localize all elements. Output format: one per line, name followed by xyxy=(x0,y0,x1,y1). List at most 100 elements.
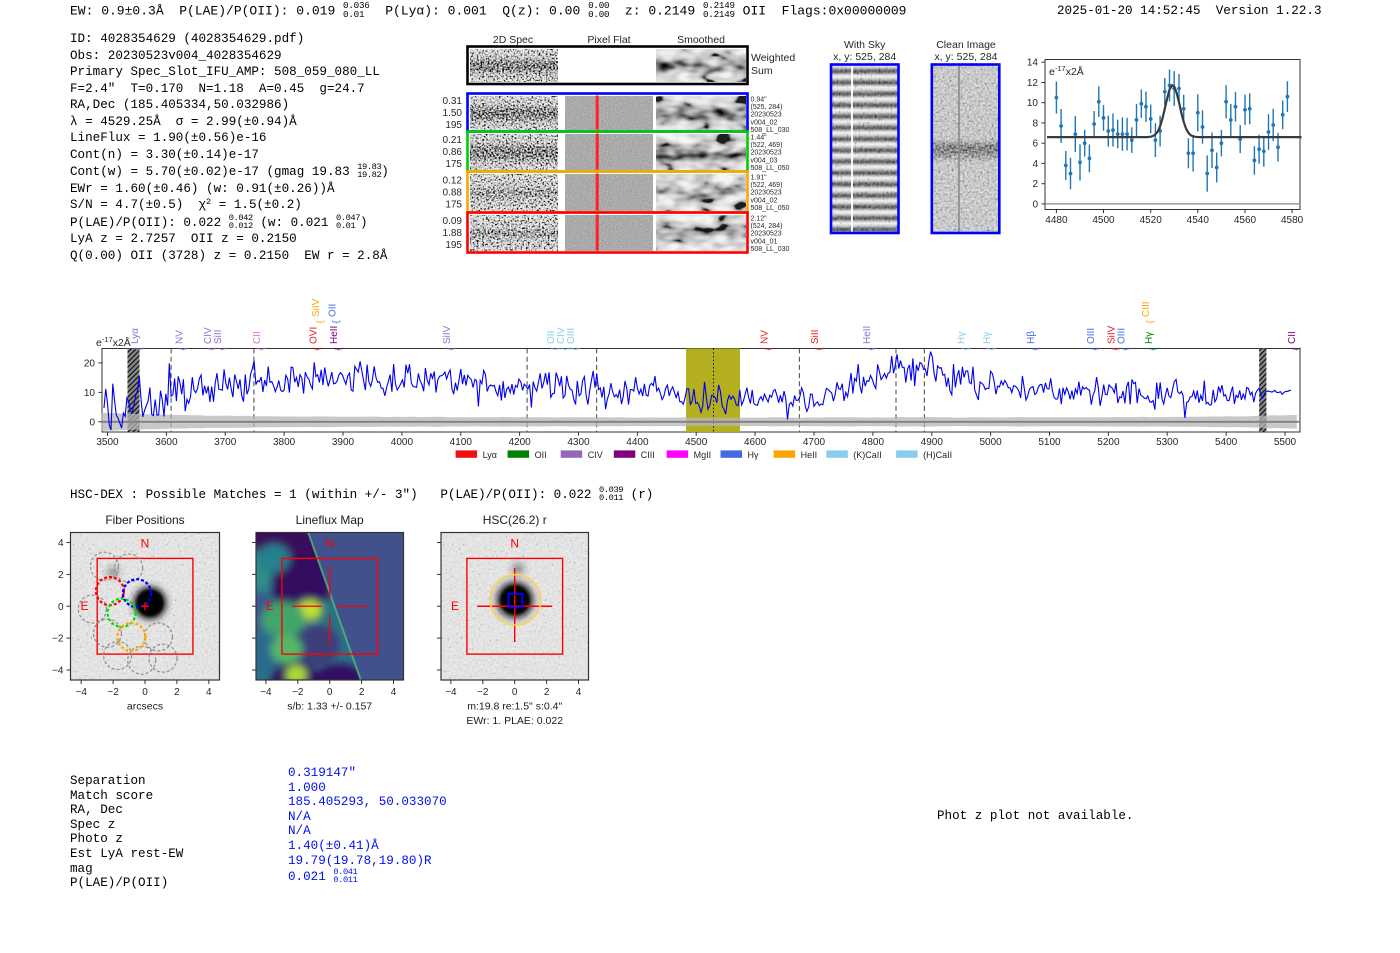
svg-text:4200: 4200 xyxy=(508,437,531,448)
svg-text:{: { xyxy=(569,347,580,350)
svg-text:{: { xyxy=(217,347,228,350)
svg-text:Clean Image: Clean Image xyxy=(936,39,996,51)
svg-text:CII: CII xyxy=(252,331,263,344)
svg-text:Sum: Sum xyxy=(751,65,773,77)
svg-text:{: { xyxy=(134,347,145,350)
svg-text:CII: CII xyxy=(1287,331,1298,344)
svg-text:{: { xyxy=(331,320,342,323)
svg-text:0.88: 0.88 xyxy=(443,188,463,199)
svg-text:8: 8 xyxy=(1032,118,1038,129)
svg-text:HSC(26.2) r: HSC(26.2) r xyxy=(483,513,547,527)
svg-text:v004_03: v004_03 xyxy=(751,157,778,164)
svg-text:10: 10 xyxy=(1027,98,1039,109)
svg-text:5400: 5400 xyxy=(1215,437,1238,448)
svg-text:N: N xyxy=(141,537,150,551)
svg-text:0: 0 xyxy=(142,687,148,698)
svg-text:{: { xyxy=(206,347,217,350)
svg-text:−4: −4 xyxy=(52,666,64,677)
svg-text:4480: 4480 xyxy=(1045,215,1068,226)
svg-text:0.94": 0.94" xyxy=(751,97,768,104)
svg-text:195: 195 xyxy=(445,240,462,251)
svg-text:{: { xyxy=(866,347,877,350)
svg-text:4: 4 xyxy=(391,687,397,698)
svg-text:−4: −4 xyxy=(75,687,87,698)
svg-text:NV: NV xyxy=(760,330,771,344)
svg-text:5100: 5100 xyxy=(1038,437,1061,448)
svg-text:4520: 4520 xyxy=(1140,215,1163,226)
svg-text:1.88: 1.88 xyxy=(443,228,463,239)
svg-text:0.86: 0.86 xyxy=(443,147,463,158)
svg-text:20230523: 20230523 xyxy=(751,231,782,238)
svg-text:{: { xyxy=(986,347,997,350)
svg-text:e-17x2Å: e-17x2Å xyxy=(1049,64,1084,78)
svg-text:SiIV: SiIV xyxy=(311,298,322,317)
svg-text:20: 20 xyxy=(84,358,96,369)
svg-text:(522, 469): (522, 469) xyxy=(751,182,783,189)
svg-text:−2: −2 xyxy=(107,687,119,698)
svg-text:N: N xyxy=(325,537,334,551)
svg-text:OVI: OVI xyxy=(308,327,319,344)
svg-text:175: 175 xyxy=(445,159,462,170)
svg-text:E: E xyxy=(81,599,89,613)
svg-text:HeII: HeII xyxy=(862,326,873,344)
svg-text:HeII: HeII xyxy=(329,326,340,344)
svg-text:4560: 4560 xyxy=(1234,215,1257,226)
svg-text:CIII: CIII xyxy=(1141,301,1152,317)
svg-text:Lyα: Lyα xyxy=(130,328,141,344)
svg-text:v004_01: v004_01 xyxy=(751,238,778,245)
svg-text:1.44": 1.44" xyxy=(751,135,768,142)
svg-text:5500: 5500 xyxy=(1274,437,1297,448)
svg-text:175: 175 xyxy=(445,200,462,211)
svg-text:Hγ: Hγ xyxy=(957,332,968,344)
svg-text:OII: OII xyxy=(327,304,338,317)
svg-text:SiIV: SiIV xyxy=(442,325,453,344)
svg-text:4: 4 xyxy=(1032,159,1038,170)
svg-text:3500: 3500 xyxy=(96,437,119,448)
svg-text:x, y: 525, 284: x, y: 525, 284 xyxy=(934,51,997,63)
svg-text:CIII: CIII xyxy=(641,450,655,460)
svg-text:4: 4 xyxy=(576,687,582,698)
svg-text:v004_02: v004_02 xyxy=(751,197,778,204)
svg-text:4600: 4600 xyxy=(744,437,767,448)
svg-text:Fiber Positions: Fiber Positions xyxy=(105,513,184,527)
svg-text:0: 0 xyxy=(89,417,95,428)
svg-text:SiII: SiII xyxy=(810,330,821,344)
svg-text:−4: −4 xyxy=(445,687,457,698)
svg-text:−2: −2 xyxy=(292,687,304,698)
svg-text:{: { xyxy=(178,347,189,350)
svg-text:4: 4 xyxy=(58,538,64,549)
svg-text:s/b: 1.33 +/- 0.157: s/b: 1.33 +/- 0.157 xyxy=(287,701,372,713)
svg-text:Hγ: Hγ xyxy=(748,450,759,460)
svg-text:With Sky: With Sky xyxy=(844,39,886,51)
svg-text:v004_02: v004_02 xyxy=(751,119,778,126)
svg-text:m:19.8 re:1.5" s:0.4": m:19.8 re:1.5" s:0.4" xyxy=(467,701,562,713)
svg-text:arcsecs: arcsecs xyxy=(127,701,163,713)
svg-text:4900: 4900 xyxy=(921,437,944,448)
svg-text:{: { xyxy=(763,347,774,350)
svg-text:195: 195 xyxy=(445,120,462,131)
svg-text:Pixel Flat: Pixel Flat xyxy=(587,34,630,46)
svg-text:2: 2 xyxy=(174,687,180,698)
svg-text:0.21: 0.21 xyxy=(443,135,463,146)
svg-text:2: 2 xyxy=(58,570,64,581)
svg-text:{: { xyxy=(332,347,343,350)
svg-text:CIV: CIV xyxy=(588,450,603,460)
svg-text:{: { xyxy=(1148,347,1159,350)
svg-text:0.12: 0.12 xyxy=(443,176,463,187)
svg-text:0: 0 xyxy=(1032,199,1038,210)
svg-text:{: { xyxy=(1290,347,1301,350)
svg-text:Hγ: Hγ xyxy=(982,332,993,344)
svg-text:508_LL_030: 508_LL_030 xyxy=(751,246,790,253)
svg-text:{: { xyxy=(1029,347,1040,350)
svg-text:Smoothed: Smoothed xyxy=(677,34,725,46)
svg-text:Lyα: Lyα xyxy=(483,450,497,460)
svg-text:20230523: 20230523 xyxy=(751,112,782,119)
svg-text:{: { xyxy=(446,347,457,350)
svg-text:0: 0 xyxy=(512,687,518,698)
svg-text:0: 0 xyxy=(327,687,333,698)
svg-text:{: { xyxy=(312,347,323,350)
svg-text:2: 2 xyxy=(359,687,365,698)
svg-text:Hβ: Hβ xyxy=(1026,331,1037,344)
svg-text:{: { xyxy=(813,347,824,350)
svg-text:{: { xyxy=(960,347,971,350)
